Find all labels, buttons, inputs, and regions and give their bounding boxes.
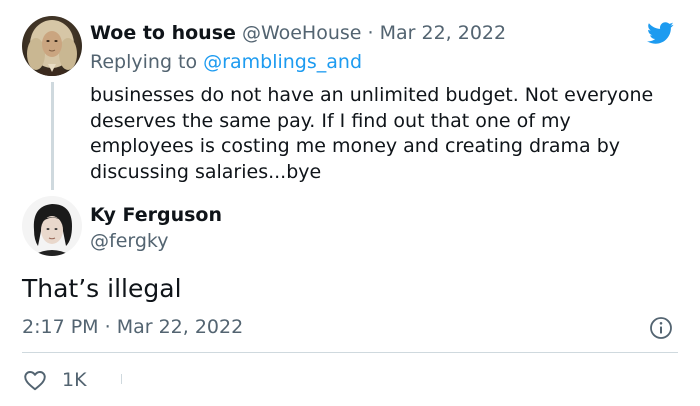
action-bar-separator bbox=[121, 374, 122, 384]
author-display-name[interactable]: Ky Ferguson bbox=[90, 203, 222, 227]
info-icon[interactable] bbox=[649, 316, 673, 340]
author-handle[interactable]: @fergky bbox=[90, 229, 169, 253]
timestamp-separator: · bbox=[104, 316, 111, 338]
parent-display-name[interactable]: Woe to house bbox=[90, 22, 236, 44]
parent-handle[interactable]: @WoeHouse bbox=[242, 22, 362, 44]
parent-avatar[interactable] bbox=[22, 16, 82, 76]
thread-connector-line bbox=[51, 82, 54, 190]
replying-to-line: Replying to @ramblings_and bbox=[90, 50, 362, 74]
tweet-text: That’s illegal bbox=[22, 274, 182, 303]
twitter-bird-icon[interactable] bbox=[644, 19, 676, 47]
like-count: 1K bbox=[62, 369, 87, 391]
parent-meta-separator: · bbox=[367, 22, 374, 44]
replying-to-mention[interactable]: @ramblings_and bbox=[203, 51, 362, 73]
replying-to-label: Replying to bbox=[90, 51, 198, 73]
action-divider bbox=[22, 352, 678, 353]
author-avatar[interactable] bbox=[22, 196, 82, 256]
tweet-timestamp[interactable]: 2:17 PM · Mar 22, 2022 bbox=[22, 315, 243, 339]
tweet-date: Mar 22, 2022 bbox=[116, 316, 244, 338]
tweet-embed-card: Woe to house @WoeHouse · Mar 22, 2022 Re… bbox=[0, 0, 700, 406]
parent-date[interactable]: Mar 22, 2022 bbox=[380, 22, 507, 44]
author-avatar-image bbox=[22, 196, 82, 256]
tweet-time: 2:17 PM bbox=[22, 316, 99, 338]
like-button[interactable]: 1K bbox=[22, 366, 87, 394]
parent-tweet-text: businesses do not have an unlimited budg… bbox=[90, 84, 654, 183]
parent-avatar-image bbox=[22, 16, 82, 76]
parent-tweet-header: Woe to house @WoeHouse · Mar 22, 2022 bbox=[90, 21, 506, 45]
heart-icon bbox=[24, 371, 46, 391]
